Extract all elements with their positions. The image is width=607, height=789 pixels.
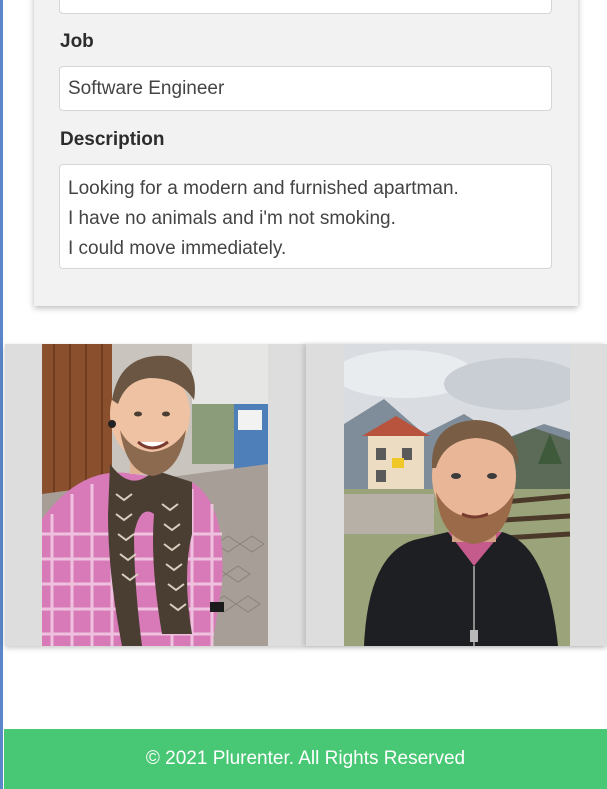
profile-page: Job Software Engineer Description Lookin… bbox=[0, 0, 607, 789]
description-line: I could move immediately. bbox=[68, 238, 287, 259]
description-label: Description bbox=[60, 129, 165, 150]
profile-form-card: Job Software Engineer Description Lookin… bbox=[34, 0, 578, 306]
site-footer: © 2021 Plurenter. All Rights Reserved bbox=[4, 729, 607, 789]
photo-gallery bbox=[5, 344, 607, 646]
job-label: Job bbox=[60, 31, 94, 52]
gallery-item[interactable] bbox=[5, 344, 305, 646]
job-input[interactable]: Software Engineer bbox=[59, 66, 552, 111]
copyright-text: © 2021 Plurenter. All Rights Reserved bbox=[145, 748, 466, 769]
left-border bbox=[0, 0, 3, 789]
profile-photo-2[interactable] bbox=[344, 344, 570, 646]
description-textarea[interactable]: Looking for a modern and furnished apart… bbox=[59, 164, 552, 269]
profile-photo-1[interactable] bbox=[42, 344, 268, 646]
gallery-item[interactable] bbox=[306, 344, 606, 646]
previous-field-input[interactable] bbox=[59, 0, 552, 14]
description-line: Looking for a modern and furnished apart… bbox=[68, 178, 459, 199]
description-line: I have no animals and i'm not smoking. bbox=[68, 208, 396, 229]
